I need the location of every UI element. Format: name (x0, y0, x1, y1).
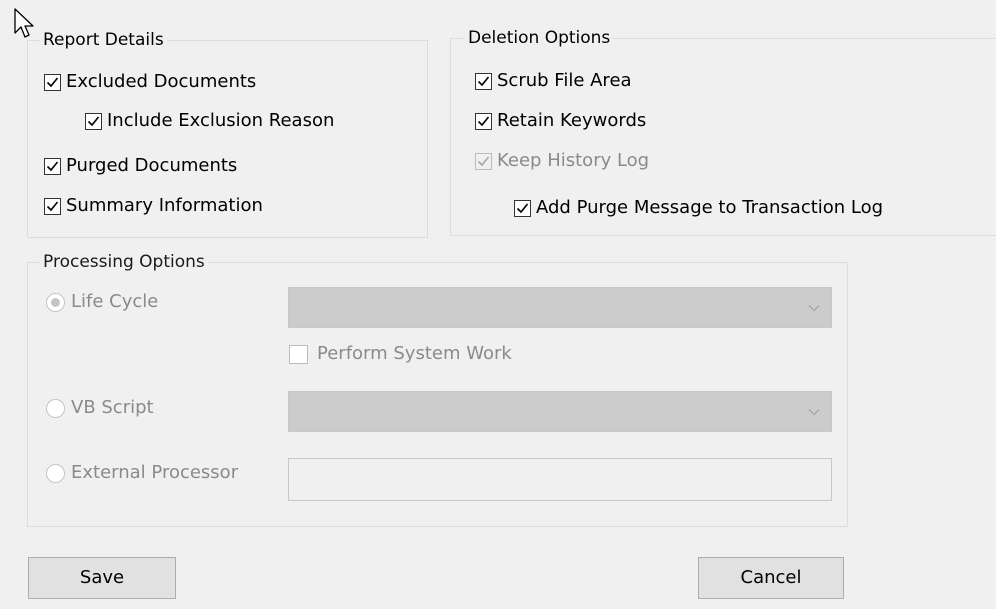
vb-script-dropdown[interactable] (288, 391, 832, 432)
include-exclusion-reason-label: Include Exclusion Reason (107, 110, 335, 131)
report-details-title: Report Details (40, 30, 167, 50)
include-exclusion-reason-checkbox[interactable]: Include Exclusion Reason (85, 110, 334, 132)
check-icon (87, 115, 100, 126)
check-icon (477, 75, 490, 86)
external-processor-label: External Processor (71, 462, 239, 483)
chevron-down-icon (808, 409, 820, 416)
save-button[interactable]: Save (28, 557, 176, 599)
life-cycle-radio[interactable]: Life Cycle (46, 291, 158, 313)
excluded-documents-checkbox[interactable]: Excluded Documents (44, 71, 256, 93)
external-processor-input[interactable] (288, 458, 832, 501)
vb-script-radio[interactable]: VB Script (46, 397, 154, 419)
keep-history-log-label: Keep History Log (497, 150, 650, 171)
check-icon (516, 202, 529, 213)
chevron-down-icon (808, 305, 820, 312)
add-purge-message-checkbox[interactable]: Add Purge Message to Transaction Log (514, 197, 883, 219)
retain-keywords-label: Retain Keywords (497, 110, 647, 131)
life-cycle-label: Life Cycle (71, 291, 159, 312)
check-icon (46, 160, 59, 171)
scrub-file-area-checkbox[interactable]: Scrub File Area (475, 70, 632, 92)
excluded-documents-label: Excluded Documents (66, 71, 257, 92)
cancel-button[interactable]: Cancel (698, 557, 844, 599)
life-cycle-dropdown[interactable] (288, 287, 832, 328)
check-icon (46, 76, 59, 87)
processing-options-title: Processing Options (40, 252, 208, 272)
add-purge-message-label: Add Purge Message to Transaction Log (536, 197, 884, 218)
keep-history-log-checkbox[interactable]: Keep History Log (475, 150, 649, 172)
external-processor-radio[interactable]: External Processor (46, 462, 238, 484)
check-icon (477, 115, 490, 126)
check-icon (477, 155, 490, 166)
summary-information-checkbox[interactable]: Summary Information (44, 195, 263, 217)
vb-script-label: VB Script (71, 397, 154, 418)
check-icon (46, 200, 59, 211)
perform-system-work-checkbox[interactable]: Perform System Work (289, 343, 512, 365)
perform-system-work-label: Perform System Work (317, 343, 512, 364)
mouse-pointer-icon (14, 8, 34, 38)
retain-keywords-checkbox[interactable]: Retain Keywords (475, 110, 646, 132)
deletion-options-title: Deletion Options (465, 28, 614, 48)
purged-documents-label: Purged Documents (66, 155, 238, 176)
purged-documents-checkbox[interactable]: Purged Documents (44, 155, 237, 177)
scrub-file-area-label: Scrub File Area (497, 70, 632, 91)
summary-information-label: Summary Information (66, 195, 263, 216)
